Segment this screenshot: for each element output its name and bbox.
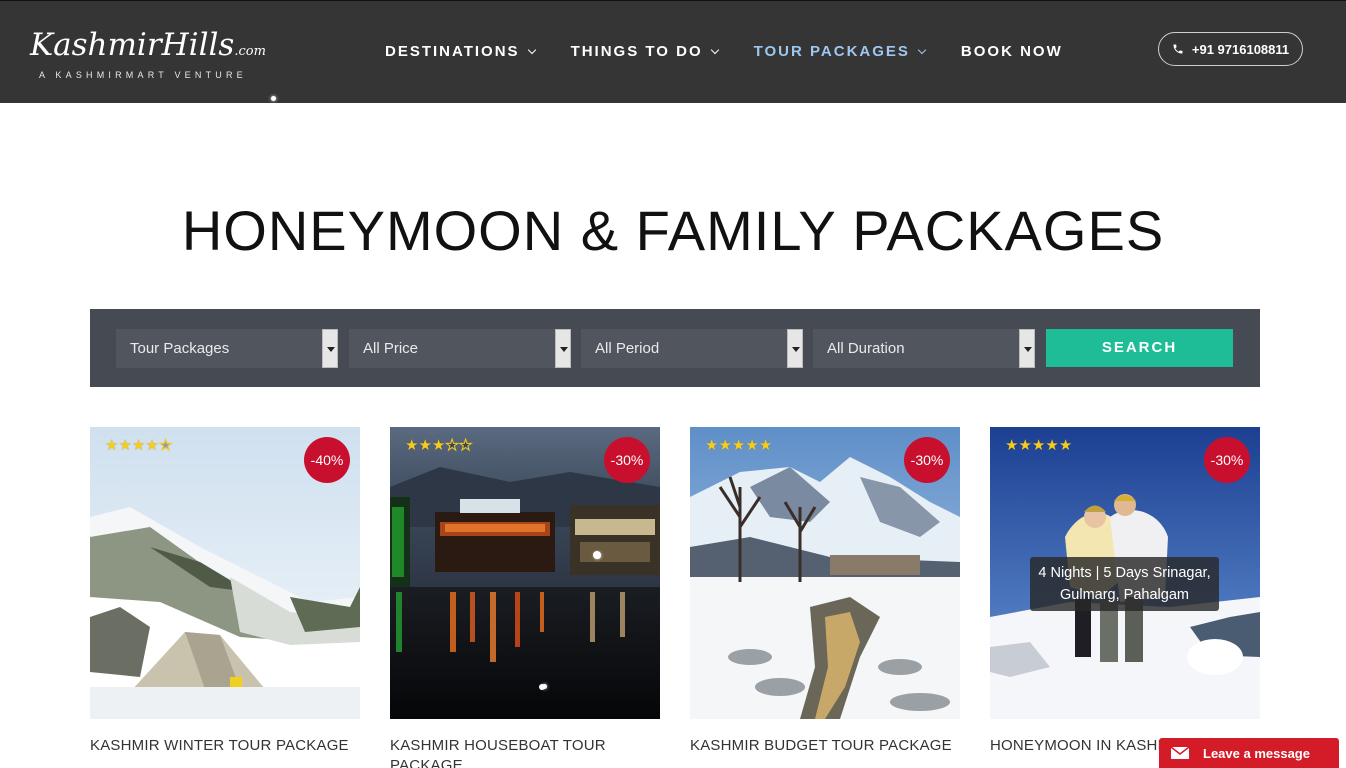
mail-icon: [1171, 747, 1189, 759]
nav-things-to-do-label: THINGS TO DO: [570, 43, 703, 60]
select-value: All Duration: [827, 340, 905, 357]
package-search-bar: Tour Packages All Price All Period All D…: [90, 309, 1260, 387]
snowflake: [542, 684, 547, 689]
discount-badge: -30%: [1204, 437, 1250, 483]
package-title[interactable]: KASHMIR BUDGET TOUR PACKAGE: [690, 736, 960, 756]
discount-badge: -40%: [304, 437, 350, 483]
star-icon: ★: [105, 437, 119, 454]
package-card[interactable]: ★★★★★ -30% KASHMIR HOUSEBOAT TOUR PACKAG…: [390, 427, 660, 768]
package-card[interactable]: ★★★★★ -30% 4 Nights | 5 Days Srinagar, G…: [990, 427, 1260, 756]
rating-stars: ★★★★★: [405, 436, 473, 455]
star-icon: ★: [145, 437, 159, 454]
dropdown-arrow-icon[interactable]: [1019, 329, 1035, 368]
nav-destinations-label: DESTINATIONS: [385, 43, 520, 60]
logo-main-text: KashmirHills: [30, 27, 235, 63]
package-title[interactable]: KASHMIR WINTER TOUR PACKAGE: [90, 736, 360, 756]
rating-stars: ★★★★★: [1005, 436, 1072, 454]
star-icon: ★: [745, 437, 759, 454]
select-duration[interactable]: All Duration: [813, 329, 1035, 368]
site-logo[interactable]: KashmirHills.com A KASHMIRMART VENTURE: [30, 27, 266, 80]
package-image[interactable]: ★★★★★ -30%: [690, 427, 960, 719]
nav-tour-packages[interactable]: TOUR PACKAGES: [753, 43, 927, 60]
package-card[interactable]: ★★★★★ -40% KASHMIR WINTER TOUR PACKAGE: [90, 427, 360, 756]
star-icon: ★: [118, 437, 132, 454]
discount-badge: -30%: [904, 437, 950, 483]
star-icon: ★: [1045, 437, 1059, 454]
star-icon: ★: [458, 437, 473, 455]
phone-button[interactable]: +91 9716108811: [1158, 32, 1303, 66]
select-value: All Price: [363, 340, 419, 357]
leave-message-button[interactable]: Leave a message: [1159, 738, 1339, 768]
leave-message-label: Leave a message: [1203, 745, 1310, 761]
discount-badge: -30%: [604, 437, 650, 483]
star-icon: ★: [445, 437, 459, 455]
nav-destinations[interactable]: DESTINATIONS: [385, 43, 536, 60]
select-tour-packages[interactable]: Tour Packages: [116, 329, 338, 368]
select-period[interactable]: All Period: [581, 329, 803, 368]
package-card[interactable]: ★★★★★ -30% KASHMIR BUDGET TOUR PACKAGE: [690, 427, 960, 756]
dropdown-arrow-icon[interactable]: [322, 329, 338, 368]
package-image[interactable]: ★★★★★ -40%: [90, 427, 360, 719]
star-icon: ★: [718, 437, 732, 454]
main-nav: DESTINATIONS THINGS TO DO TOUR PACKAGES …: [385, 43, 1099, 60]
nav-book-now-label: BOOK NOW: [960, 43, 1063, 60]
chevron-down-icon: [710, 45, 719, 54]
snowflake: [271, 96, 276, 101]
nav-book-now[interactable]: BOOK NOW: [961, 43, 1063, 60]
star-icon: ★: [131, 437, 146, 454]
star-icon: ★: [705, 437, 719, 454]
snowflake: [594, 552, 601, 559]
phone-icon: [1173, 44, 1183, 54]
package-image[interactable]: ★★★★★ -30%: [390, 427, 660, 719]
star-icon: ★: [758, 437, 773, 454]
star-icon: ★: [1005, 437, 1019, 454]
select-value: Tour Packages: [130, 340, 230, 357]
package-image[interactable]: ★★★★★ -30% 4 Nights | 5 Days Srinagar, G…: [990, 427, 1260, 719]
star-icon: ★: [731, 437, 746, 454]
site-header: KashmirHills.com A KASHMIRMART VENTURE D…: [0, 0, 1346, 103]
star-icon: ★: [405, 437, 419, 454]
package-tooltip: 4 Nights | 5 Days Srinagar, Gulmarg, Pah…: [1030, 557, 1219, 611]
package-title[interactable]: KASHMIR HOUSEBOAT TOUR PACKAGE: [390, 736, 660, 768]
star-icon: ★: [418, 437, 432, 454]
logo-tagline: A KASHMIRMART VENTURE: [39, 70, 247, 80]
rating-stars: ★★★★★: [705, 436, 772, 454]
chevron-down-icon: [527, 45, 536, 54]
dropdown-arrow-icon[interactable]: [787, 329, 803, 368]
search-button[interactable]: SEARCH: [1046, 329, 1233, 367]
select-value: All Period: [595, 340, 660, 357]
nav-tour-packages-label: TOUR PACKAGES: [753, 43, 910, 60]
logo-suffix: .com: [234, 44, 266, 59]
star-icon: ★: [431, 437, 446, 454]
star-icon: ★: [1018, 437, 1032, 454]
star-icon: ★: [1031, 437, 1046, 454]
rating-stars: ★★★★★: [105, 436, 173, 455]
page-title: HONEYMOON & FAMILY PACKAGES: [181, 199, 1165, 262]
star-icon: ★: [1058, 437, 1073, 454]
star-icon: ★: [158, 437, 173, 455]
select-price[interactable]: All Price: [349, 329, 571, 368]
dropdown-arrow-icon[interactable]: [555, 329, 571, 368]
nav-things-to-do[interactable]: THINGS TO DO: [570, 43, 719, 60]
phone-number: +91 9716108811: [1191, 41, 1290, 57]
chevron-down-icon: [917, 45, 927, 54]
